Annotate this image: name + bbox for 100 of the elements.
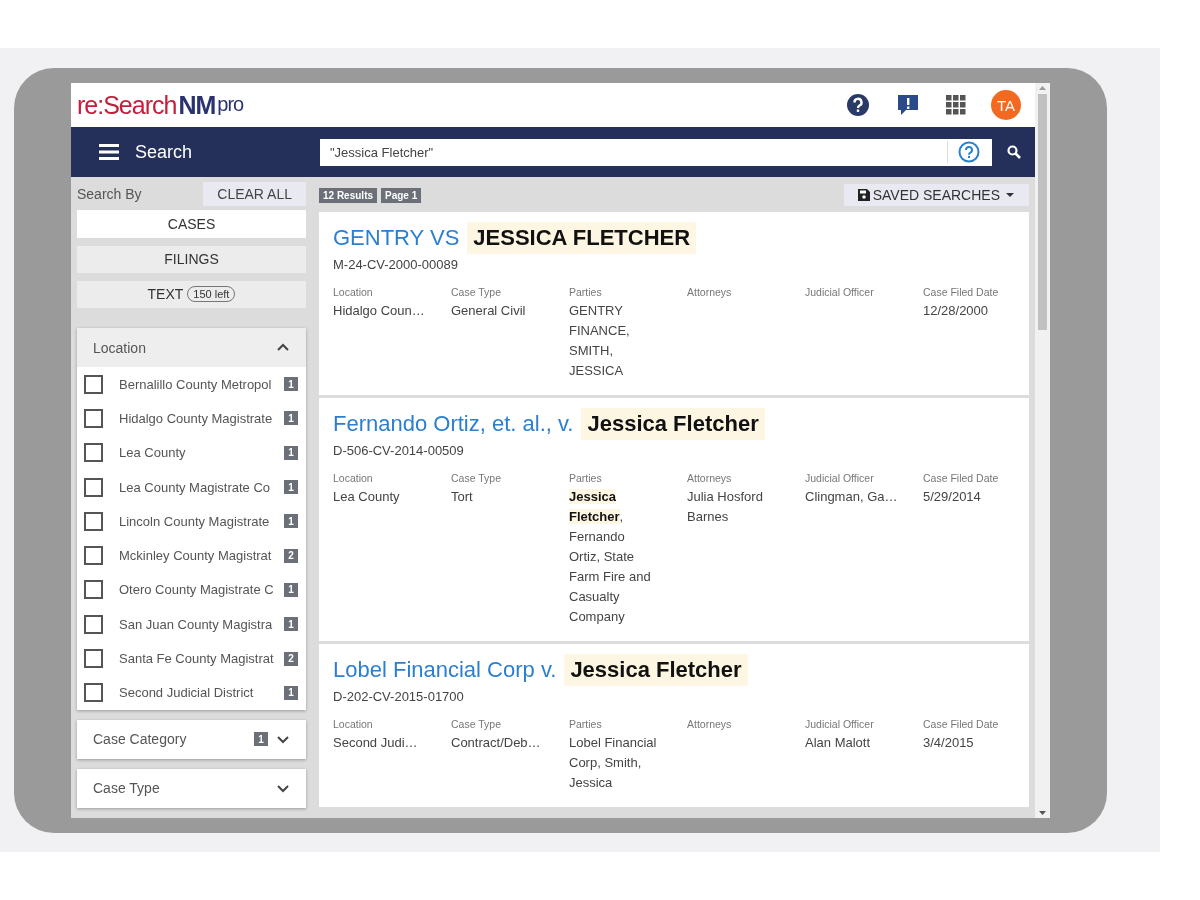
search-icon[interactable] (1006, 145, 1021, 159)
scroll-down-icon[interactable] (1038, 809, 1047, 818)
count-badge: 1 (284, 480, 298, 495)
case-number: M-24-CV-2000-00089 (333, 257, 460, 272)
field-value: Lobel Financial Corp, Smith, Jessica (569, 734, 658, 792)
field-value: Second Judi… (333, 734, 419, 752)
field-label: Parties (569, 718, 603, 730)
count-badge: 1 (284, 377, 298, 392)
scrollbar-thumb[interactable] (1038, 94, 1047, 330)
clear-all-button[interactable]: CLEAR ALL (203, 181, 306, 206)
checkbox[interactable] (84, 683, 103, 703)
chevron-up-icon[interactable] (276, 342, 290, 353)
field-label: Case Type (451, 472, 502, 484)
filter-option-label[interactable]: Otero County Magistrate C (119, 582, 278, 598)
saved-searches-button[interactable]: SAVED SEARCHES (843, 184, 1029, 206)
field-label: Case Type (451, 286, 502, 298)
filter-option-label[interactable]: Second Judicial District (119, 685, 278, 701)
field-value: Contract/Deb… (451, 734, 542, 752)
search-label: Search (135, 141, 193, 163)
field-label: Case Filed Date (923, 286, 1000, 298)
search-field[interactable]: "Jessica Fletcher" (320, 144, 947, 160)
field-value: Julia Hosford Barnes (687, 488, 764, 526)
field-label: Judicial Officer (805, 718, 875, 730)
field-label: Location (333, 718, 374, 730)
count-badge: 1 (284, 411, 298, 426)
filter-option-label[interactable]: Lea County (119, 445, 278, 461)
search-mode-tab[interactable]: FILINGS (77, 245, 306, 273)
filter-option-label[interactable]: Hidalgo County Magistrate (119, 410, 278, 426)
feedback-icon[interactable] (895, 92, 921, 118)
checkbox[interactable] (84, 477, 103, 497)
count-badge: 1 (284, 582, 298, 597)
app-logo: re:SearchNMpro (77, 90, 244, 120)
count-badge: 2 (284, 651, 298, 666)
filter-header[interactable]: Case Category 1 (77, 719, 306, 759)
checkbox[interactable] (84, 614, 103, 634)
chevron-down-icon[interactable] (276, 733, 290, 745)
count-badge: 2 (284, 548, 298, 563)
search-box[interactable]: "Jessica Fletcher" (320, 138, 992, 166)
menu-icon[interactable] (99, 144, 119, 160)
search-mode-tab[interactable]: TEXT 150 left (77, 280, 306, 308)
field-label: Attorneys (687, 472, 733, 484)
case-card[interactable]: GENTRY VS JESSICA FLETCHER M-24-CV-2000-00089 Location Hidalgo Coun… Case Type General Civil Parties GENTRY FINANCE, SMITH, JESSICA Attorneys Judicial Officer Case Filed Date 12/28/2000 (319, 212, 1029, 395)
filter-option-label[interactable]: San Juan County Magistra (119, 616, 278, 632)
field-label: Location (333, 472, 374, 484)
case-number: D-506-CV-2014-00509 (333, 443, 465, 458)
count-badge: 1 (284, 617, 298, 632)
filter-option-label[interactable]: Lincoln County Magistrate (119, 513, 278, 529)
highlighted-name: Jessica Fletcher (581, 408, 765, 440)
checkbox[interactable] (84, 649, 103, 668)
filter-option-label[interactable]: Mckinley County Magistrat (119, 548, 278, 564)
field-label: Case Type (451, 718, 502, 730)
checkbox[interactable] (84, 408, 103, 428)
case-card[interactable] (319, 644, 1029, 807)
filter-option-label[interactable]: Santa Fe County Magistrat (119, 651, 278, 666)
field-value: Lea County (333, 488, 401, 506)
case-title-link[interactable]: Lobel Financial Corp v. (333, 657, 557, 683)
field-value: 5/29/2014 (923, 488, 982, 506)
help-icon[interactable] (845, 92, 871, 118)
field-label: Attorneys (687, 286, 733, 298)
chevron-down-icon[interactable] (276, 782, 290, 794)
scrollbar[interactable] (1035, 83, 1050, 818)
save-icon (857, 189, 870, 201)
field-label: Parties (569, 472, 603, 484)
field-value: Hidalgo Coun… (333, 302, 426, 320)
search-mode-tab[interactable]: CASES (77, 210, 306, 238)
filter-header[interactable]: Location (77, 328, 306, 367)
filter-header[interactable]: Case Type (77, 768, 306, 808)
checkbox[interactable] (84, 443, 103, 463)
count-badge: 1 (284, 514, 298, 529)
count-badge: 1 (284, 685, 298, 700)
field-label: Case Filed Date (923, 472, 1000, 484)
checkbox[interactable] (84, 580, 103, 600)
filter-option-label[interactable]: Bernalillo County Metropol (119, 376, 278, 392)
field-label: Judicial Officer (805, 286, 875, 298)
field-label: Parties (569, 286, 603, 298)
field-value: General Civil (451, 302, 527, 320)
field-value: Clingman, Ga… (805, 488, 899, 506)
filter-option-label[interactable]: Lea County Magistrate Co (119, 479, 278, 495)
field-label: Case Filed Date (923, 718, 1000, 730)
count-badge: 1 (254, 732, 268, 747)
field-value: 3/4/2015 (923, 734, 975, 752)
results-count-badge: 12 Results (319, 187, 378, 203)
field-value: Alan Malott (805, 734, 872, 752)
case-number: D-202-CV-2015-01700 (333, 689, 465, 704)
highlighted-name: JESSICA FLETCHER (467, 222, 697, 254)
case-title-link[interactable]: GENTRY VS (333, 225, 460, 251)
search-by-label: Search By (77, 185, 142, 202)
checkbox[interactable] (84, 546, 103, 566)
count-badge: 1 (284, 445, 298, 460)
checkbox[interactable] (84, 374, 103, 394)
page-badge: Page 1 (381, 187, 422, 203)
apps-grid-icon[interactable] (945, 94, 967, 116)
highlighted-name: Jessica Fletcher (564, 654, 748, 686)
field-value: Tort (451, 488, 474, 506)
case-title-link[interactable]: Fernando Ortiz, et. al., v. (333, 411, 574, 437)
case-card[interactable] (319, 398, 1029, 641)
checkbox[interactable] (84, 511, 103, 531)
field-value: GENTRY FINANCE, SMITH, JESSICA (569, 302, 631, 380)
field-value: 12/28/2000 (923, 302, 990, 320)
field-label: Location (333, 286, 374, 298)
